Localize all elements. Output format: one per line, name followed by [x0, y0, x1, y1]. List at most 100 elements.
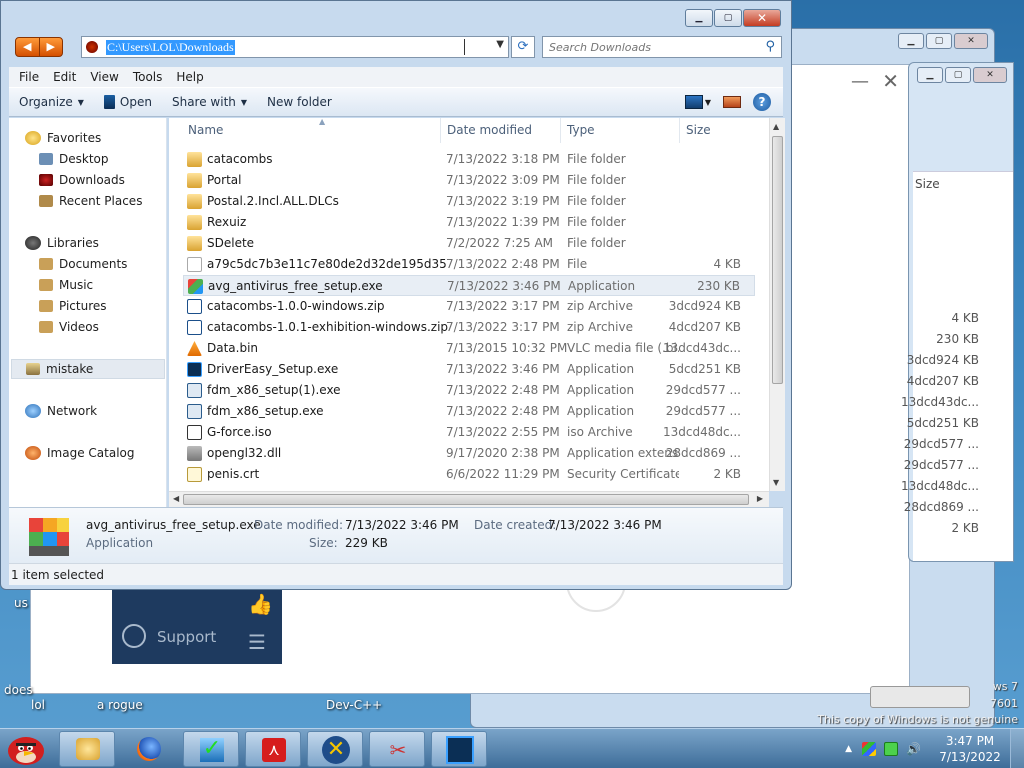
maximize-icon[interactable]: ▢ [714, 9, 742, 27]
minimize-icon[interactable]: ▁ [898, 33, 924, 49]
file-row[interactable]: fdm_x86_setup(1).exe 7/13/2022 2:48 PM App… [183, 380, 755, 401]
file-row[interactable]: fdm_x86_setup.exe 7/13/2022 2:48 PM Applic… [183, 401, 755, 422]
checkmark-icon: ✓ [200, 738, 224, 762]
desktop-icon-label[interactable]: lol [31, 698, 45, 712]
file-row[interactable]: G-force.iso 7/13/2022 2:55 PM iso Archive 1… [183, 422, 755, 443]
show-desktop-button[interactable] [1010, 729, 1024, 768]
taskbar-xming[interactable]: ✕ [307, 731, 363, 767]
scroll-thumb[interactable] [772, 136, 783, 384]
scroll-up-icon[interactable]: ▲ [773, 122, 779, 131]
minimize-icon[interactable]: — [851, 71, 869, 92]
file-size: 29dcd577 ... [665, 404, 741, 418]
file-row[interactable]: Rexuiz 7/13/2022 1:39 PM File folder [183, 212, 755, 233]
volume-icon[interactable]: 🔊 [906, 742, 921, 756]
change-view-icon[interactable] [684, 95, 703, 109]
folder-icon [187, 215, 202, 230]
address-path[interactable]: C:\Users\LOL\Downloads [106, 40, 235, 55]
list-icon[interactable]: ☰ [248, 630, 266, 654]
desktop-icon-label[interactable]: Dev-C++ [326, 698, 382, 712]
menu-tools[interactable]: Tools [133, 70, 163, 84]
file-type: File folder [567, 152, 626, 166]
chevron-down-icon[interactable]: ▼ [496, 39, 504, 50]
maximize-icon[interactable]: ▢ [926, 33, 952, 49]
file-row[interactable]: Postal.2.Incl.ALL.DLCs 7/13/2022 3:19 PM F… [183, 191, 755, 212]
taskbar-drivereasy[interactable] [431, 731, 487, 767]
file-row[interactable]: avg_antivirus_free_setup.exe 7/13/2022 3:… [183, 275, 755, 296]
close-icon[interactable]: ✕ [882, 69, 899, 93]
organize-button[interactable]: Organize ▼ [9, 95, 94, 109]
nav-network[interactable]: Network [25, 401, 183, 421]
organize-label: Organize [19, 95, 73, 109]
forward-icon[interactable]: ▶ [38, 38, 63, 56]
file-name: Rexuiz [207, 215, 247, 229]
address-bar[interactable]: C:\Users\LOL\Downloads ▼ [81, 36, 509, 58]
scroll-thumb[interactable] [183, 494, 749, 505]
vertical-scrollbar[interactable]: ▲ ▼ [769, 118, 785, 491]
column-header-size[interactable]: Size [681, 118, 761, 143]
file-row[interactable]: catacombs 7/13/2022 3:18 PM File folder [183, 149, 755, 170]
menu-view[interactable]: View [90, 70, 118, 84]
back-icon[interactable]: ◀ [16, 38, 39, 56]
scroll-down-icon[interactable]: ▼ [773, 478, 779, 487]
file-row[interactable]: SDelete 7/2/2022 7:25 AM File folder [183, 233, 755, 254]
nav-mistake[interactable]: mistake [11, 359, 165, 379]
taskbar-explorer[interactable] [59, 731, 115, 767]
nav-label: Pictures [59, 299, 107, 313]
search-box[interactable]: ⚲ [542, 36, 782, 58]
horizontal-scrollbar[interactable]: ◀ ▶ [169, 491, 769, 507]
close-icon[interactable]: ✕ [973, 67, 1007, 83]
refresh-button[interactable]: ⟳ [511, 36, 535, 58]
column-header-date[interactable]: Date modified [442, 118, 561, 143]
nav-label: mistake [46, 362, 94, 376]
background-dialog-button[interactable] [870, 686, 970, 708]
scroll-right-icon[interactable]: ▶ [757, 494, 763, 503]
file-row[interactable]: Portal 7/13/2022 3:09 PM File folder [183, 170, 755, 191]
menu-edit[interactable]: Edit [53, 70, 76, 84]
file-row[interactable]: DriverEasy_Setup.exe 7/13/2022 3:46 PM App… [183, 359, 755, 380]
action-center-icon[interactable] [862, 742, 876, 756]
menu-file[interactable]: File [19, 70, 39, 84]
nav-libraries[interactable]: Libraries [25, 233, 183, 253]
minimize-icon[interactable]: ▁ [917, 67, 943, 83]
taskbar-snipping-tool[interactable]: ✂ [369, 731, 425, 767]
preview-pane-icon[interactable] [723, 96, 741, 108]
file-name: DriverEasy_Setup.exe [207, 362, 339, 376]
column-header-type[interactable]: Type [562, 118, 680, 143]
start-button[interactable] [2, 731, 54, 767]
clock[interactable]: 3:47 PM 7/13/2022 [930, 733, 1010, 765]
file-row[interactable]: opengl32.dll 9/17/2020 2:38 PM Application… [183, 443, 755, 464]
new-folder-button[interactable]: New folder [257, 95, 342, 109]
file-row[interactable]: catacombs-1.0.1-exhibition-windows.zip 7/… [183, 317, 755, 338]
file-size: 230 KB [697, 279, 740, 293]
help-icon[interactable]: ? [753, 93, 771, 111]
scroll-left-icon[interactable]: ◀ [173, 494, 179, 503]
taskbar-pdf-reader[interactable]: ⋏ [245, 731, 301, 767]
maximize-icon[interactable]: ▢ [945, 67, 971, 83]
file-row[interactable]: penis.crt 6/6/2022 11:29 PM Security Certi… [183, 464, 755, 485]
search-input[interactable] [549, 38, 759, 56]
nav-label: Recent Places [59, 194, 143, 208]
taskbar-app-check[interactable]: ✓ [183, 731, 239, 767]
nav-favorites[interactable]: Favorites [25, 128, 183, 148]
close-icon[interactable]: ✕ [954, 33, 988, 49]
support-panel[interactable]: 👍 Support ☰ [112, 590, 282, 664]
file-row[interactable]: catacombs-1.0.0-windows.zip 7/13/2022 3:1… [183, 296, 755, 317]
taskbar-firefox[interactable] [121, 731, 177, 767]
desktop-icon-label[interactable]: a rogue [97, 698, 143, 712]
network-icon[interactable] [884, 742, 898, 756]
text-cursor [464, 39, 465, 55]
file-list: Name ▲ Date modified Type Size catacombs… [169, 118, 769, 491]
file-row[interactable]: a79c5dc7b3e11c7e80de2d32de195d35 7/13/202… [183, 254, 755, 275]
open-button[interactable]: Open [94, 95, 162, 109]
column-header-name[interactable]: Name ▲ [183, 118, 441, 143]
search-icon[interactable]: ⚲ [765, 39, 775, 54]
share-with-button[interactable]: Share with ▼ [162, 95, 257, 109]
file-row[interactable]: Data.bin 7/13/2015 10:32 PM VLC media file… [183, 338, 755, 359]
close-icon[interactable]: ✕ [743, 9, 781, 27]
thumbs-up-icon[interactable]: 👍 [248, 592, 273, 616]
chevron-down-icon[interactable]: ▼ [705, 98, 711, 107]
menu-help[interactable]: Help [176, 70, 203, 84]
minimize-icon[interactable]: ▁ [685, 9, 713, 27]
nav-image-catalog[interactable]: Image Catalog [25, 443, 183, 463]
show-hidden-icons-icon[interactable]: ▲ [845, 744, 852, 754]
